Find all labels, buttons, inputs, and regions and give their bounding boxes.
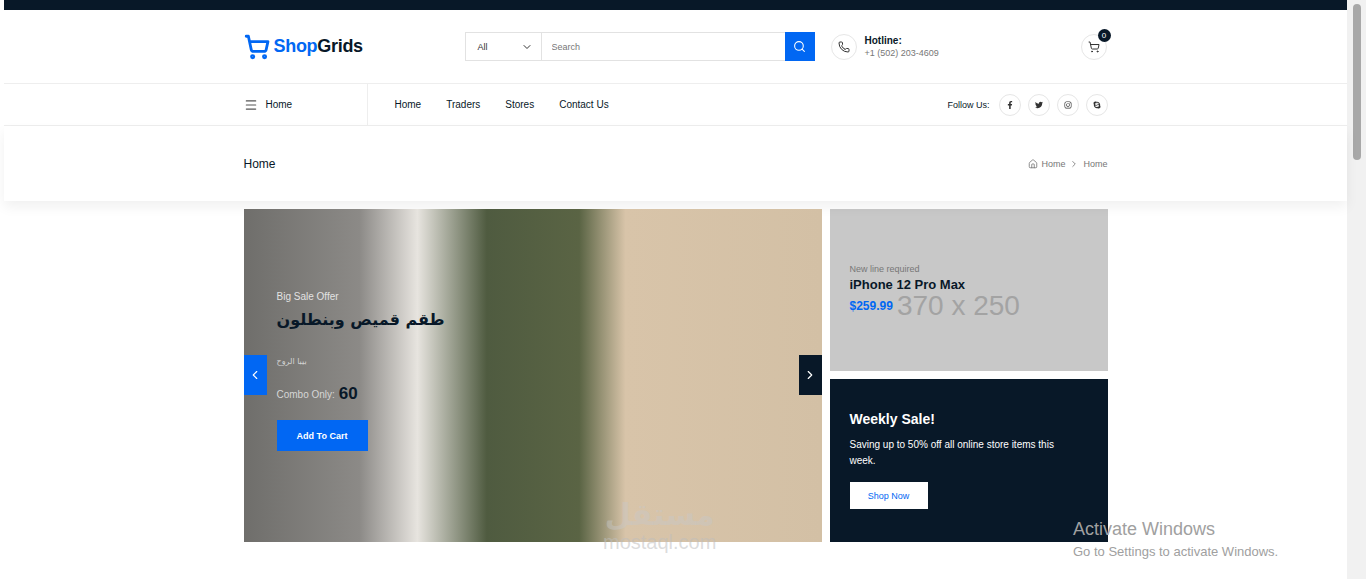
add-to-cart-button[interactable]: Add To Cart (277, 420, 368, 451)
header-row: ShopGrids All Hotline: +1 (502) 203-4609 0 (244, 10, 1108, 83)
scrollbar-thumb[interactable] (1353, 4, 1361, 160)
page-content: ShopGrids All Hotline: +1 (502) 203-4609 0 Ho… (0, 0, 1347, 579)
header: ShopGrids All Hotline: +1 (502) 203-4609 0 (4, 10, 1347, 83)
twitter-icon (1035, 101, 1043, 109)
category-menu[interactable]: Home (244, 84, 368, 125)
nav-link[interactable]: Stores (505, 99, 534, 110)
nav-row: Home Home Traders Stores Contact Us Follow Us… (244, 84, 1108, 125)
cart-logo-icon (244, 34, 270, 60)
price-value: 60 (339, 384, 358, 404)
category-value: All (478, 42, 488, 52)
price-label: Combo Only: (277, 389, 335, 400)
search-input[interactable] (542, 33, 785, 60)
slide-description: بيبا الروح (277, 357, 307, 366)
nav-bar: Home Home Traders Stores Contact Us Follow Us… (4, 83, 1347, 126)
top-bar (4, 0, 1347, 10)
hotline: Hotline: +1 (502) 203-4609 (831, 34, 939, 60)
slide-title: طقم قميص وبنطلون (277, 310, 445, 329)
promo-price: $259.99 (850, 299, 893, 313)
social-button[interactable] (1086, 94, 1108, 116)
nav-link[interactable]: Home (395, 99, 422, 110)
breadcrumb: Home Home (1028, 159, 1107, 169)
cart[interactable]: 0 (1081, 34, 1107, 60)
nav-link[interactable]: Traders (446, 99, 480, 110)
separator-icon (1069, 159, 1079, 169)
chevron-right-icon (803, 368, 817, 382)
logo-first: Shop (274, 36, 318, 56)
category-select[interactable]: All (466, 33, 542, 60)
category-menu-label: Home (266, 99, 293, 110)
follow-label: Follow Us: (947, 100, 989, 110)
activation-text: Go to Settings to activate Windows. (1073, 544, 1278, 559)
hero: Big Sale Offer طقم قميص وبنطلون بيبا الروح… (244, 209, 1108, 542)
search-box: All (465, 32, 815, 61)
cart-icon (1088, 41, 1100, 53)
social-button[interactable] (1028, 94, 1050, 116)
prev-button[interactable] (244, 355, 267, 395)
chevron-left-icon (248, 368, 262, 382)
hotline-text: Hotline: +1 (502) 203-4609 (865, 35, 939, 58)
watermark-logo: مستقل (605, 498, 715, 531)
hotline-number: +1 (502) 203-4609 (865, 48, 939, 58)
weekly-sale-banner: Weekly Sale! Saving up to 50% off all onl… (830, 379, 1108, 542)
facebook-icon (1006, 101, 1014, 109)
sale-text: Saving up to 50% off all online store it… (850, 437, 1082, 469)
slide-price: Combo Only: 60 (277, 384, 358, 404)
logo[interactable]: ShopGrids (244, 34, 465, 60)
chevron-down-icon (521, 41, 533, 53)
logo-second: Grids (317, 36, 363, 56)
slide-tag: Big Sale Offer (277, 291, 339, 302)
image-placeholder: 370 x 250 (897, 290, 1020, 322)
breadcrumb-item[interactable]: Home (1083, 159, 1107, 169)
promo-banner[interactable]: New line requirediPhone 12 Pro Max$259.9… (830, 209, 1108, 371)
cart-button[interactable]: 0 (1081, 34, 1107, 60)
page-title-row: Home Home Home (244, 126, 1108, 201)
watermark-site: mostaql.com (603, 531, 716, 554)
activation-title: Activate Windows (1073, 519, 1278, 540)
social-button[interactable] (999, 94, 1021, 116)
menu-icon (244, 98, 258, 112)
skype-icon (1093, 101, 1101, 109)
search-button[interactable] (785, 32, 815, 61)
instagram-icon (1064, 101, 1072, 109)
page-title-bar: Home Home Home (4, 126, 1347, 201)
phone-circle (831, 34, 857, 60)
breadcrumb-item[interactable]: Home (1028, 159, 1065, 169)
nav-link[interactable]: Contact Us (559, 99, 608, 110)
follow-us: Follow Us: (947, 94, 1107, 116)
nav-links: Home Traders Stores Contact Us (395, 99, 609, 110)
promo-label: New line required (850, 264, 1088, 274)
shop-now-button[interactable]: Shop Now (850, 482, 928, 509)
side-banners: New line requirediPhone 12 Pro Max$259.9… (830, 209, 1108, 542)
promo-row: $259.99 370 x 250 (850, 290, 1088, 322)
activation-notice: Activate Windows Go to Settings to activa… (1073, 519, 1278, 559)
social-button[interactable] (1057, 94, 1079, 116)
logo-text: ShopGrids (274, 36, 363, 57)
hotline-label: Hotline: (865, 35, 939, 46)
next-button[interactable] (799, 355, 822, 395)
home-icon (1028, 159, 1038, 169)
scrollbar[interactable] (1347, 0, 1366, 579)
phone-icon (838, 41, 850, 53)
hero-slide: Big Sale Offer طقم قميص وبنطلون بيبا الروح… (244, 209, 822, 542)
page-title: Home (244, 157, 276, 171)
sale-title: Weekly Sale! (850, 411, 935, 427)
watermark: مستقلmostaql.com (603, 498, 716, 554)
page: ShopGrids All Hotline: +1 (502) 203-4609 0 Ho… (0, 0, 1366, 579)
cart-badge: 0 (1098, 29, 1111, 42)
promo-title: iPhone 12 Pro Max (850, 277, 1088, 292)
search-icon (793, 40, 806, 53)
